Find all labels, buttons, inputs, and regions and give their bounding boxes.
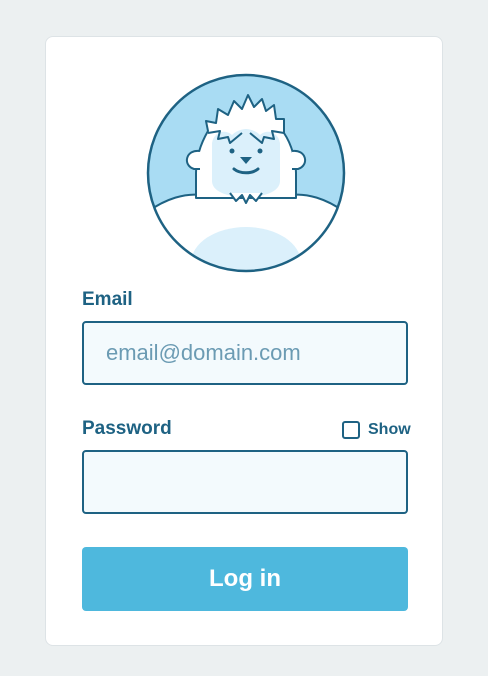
yeti-mascot-icon bbox=[146, 73, 346, 273]
login-button[interactable]: Log in bbox=[82, 547, 408, 611]
password-input[interactable] bbox=[82, 450, 408, 514]
login-card: Email Password Show Log in bbox=[45, 36, 443, 646]
show-password-label[interactable]: Show bbox=[368, 421, 411, 439]
show-password-toggle[interactable]: Show bbox=[342, 421, 411, 439]
email-label: Email bbox=[82, 289, 133, 310]
password-label: Password bbox=[82, 418, 172, 439]
email-input[interactable] bbox=[82, 321, 408, 385]
yeti-avatar bbox=[146, 73, 346, 273]
show-password-checkbox[interactable] bbox=[342, 421, 360, 439]
